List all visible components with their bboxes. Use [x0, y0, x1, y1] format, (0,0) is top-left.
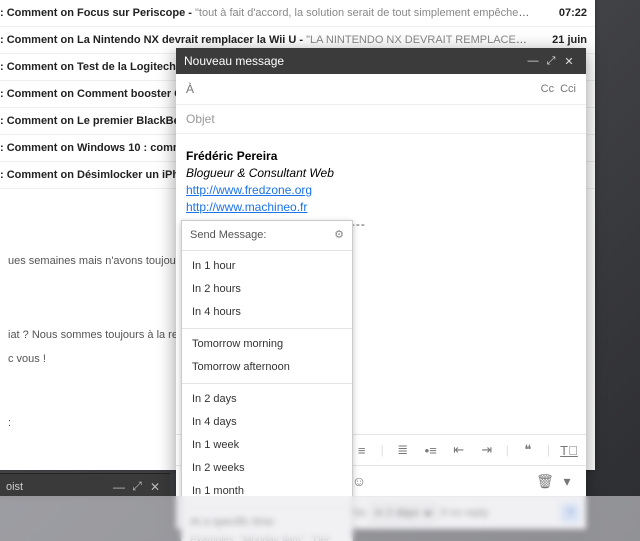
subject-field[interactable]: Objet: [186, 112, 215, 126]
minimize-icon[interactable]: —: [110, 480, 128, 494]
inbox-time: 07:22: [532, 7, 587, 19]
expand-icon[interactable]: ⤢: [128, 479, 146, 494]
compose-body[interactable]: Frédéric Pereira Blogueur & Consultant W…: [176, 134, 586, 434]
schedule-popover: Send Message: ⚙ In 1 hourIn 2 hoursIn 4 …: [181, 220, 353, 541]
schedule-option[interactable]: In 1 week: [182, 434, 352, 457]
inbox-time: 21 juin: [532, 34, 587, 46]
expand-icon[interactable]: ⤢: [542, 55, 560, 68]
indent-less-icon[interactable]: ⇤: [450, 442, 468, 458]
minimized-chat-label: oist: [6, 481, 110, 493]
list-ordered-icon[interactable]: ≣: [394, 442, 412, 458]
bcc-toggle[interactable]: Cci: [560, 83, 576, 95]
clear-format-icon[interactable]: T⃠: [560, 443, 578, 458]
schedule-option[interactable]: Tomorrow afternoon: [182, 356, 352, 379]
align-icon[interactable]: ≡: [353, 443, 371, 458]
indent-more-icon[interactable]: ⇥: [478, 442, 496, 458]
signature-link-2[interactable]: http://www.machineo.fr: [186, 200, 307, 214]
schedule-option[interactable]: In 2 weeks: [182, 457, 352, 480]
signature-name: Frédéric Pereira: [186, 148, 576, 165]
compose-title: Nouveau message: [184, 54, 524, 68]
trash-icon[interactable]: 🗑: [534, 473, 556, 490]
inbox-subject: : Comment on La Nintendo NX devrait remp…: [0, 34, 532, 46]
schedule-header: Send Message:: [190, 227, 266, 244]
schedule-option[interactable]: Tomorrow morning: [182, 333, 352, 356]
minimize-icon[interactable]: —: [524, 55, 542, 67]
inbox-row[interactable]: : Comment on Focus sur Periscope - "tout…: [0, 0, 595, 27]
quote-icon[interactable]: ❝: [519, 442, 537, 458]
more-menu-icon[interactable]: ▾: [556, 473, 578, 490]
cc-toggle[interactable]: Cc: [541, 83, 554, 95]
inbox-subject: : Comment on Focus sur Periscope - "tout…: [0, 7, 532, 19]
close-icon[interactable]: ✕: [560, 55, 578, 68]
schedule-option[interactable]: In 2 hours: [182, 278, 352, 301]
to-field[interactable]: À: [186, 82, 535, 96]
signature-role: Blogueur & Consultant Web: [186, 165, 576, 182]
schedule-option[interactable]: In 1 hour: [182, 255, 352, 278]
gear-icon[interactable]: ⚙: [334, 227, 344, 244]
signature-link-1[interactable]: http://www.fredzone.org: [186, 183, 312, 197]
schedule-option[interactable]: In 4 days: [182, 411, 352, 434]
dock: [0, 496, 640, 541]
close-icon[interactable]: ✕: [146, 480, 164, 494]
list-bullet-icon[interactable]: •≡: [422, 443, 440, 458]
schedule-option[interactable]: In 4 hours: [182, 301, 352, 324]
compose-titlebar[interactable]: Nouveau message — ⤢ ✕: [176, 48, 586, 74]
schedule-option[interactable]: In 2 days: [182, 388, 352, 411]
compose-window: Nouveau message — ⤢ ✕ À Cc Cci Objet Fré…: [176, 48, 586, 529]
